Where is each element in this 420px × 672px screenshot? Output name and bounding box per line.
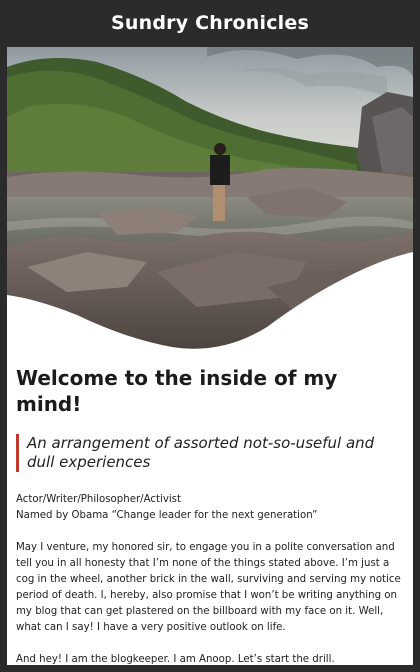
- bio-line-award: Named by Obama “Change leader for the ne…: [16, 510, 318, 521]
- site-header: Sundry Chronicles: [0, 0, 420, 46]
- hero-image: [7, 47, 413, 357]
- app-frame: Sundry Chronicles Welcome to the inside …: [0, 0, 420, 672]
- landscape-photo-icon: [7, 47, 413, 357]
- site-title[interactable]: Sundry Chronicles: [111, 12, 309, 34]
- bio-block: Actor/Writer/Philosopher/Activist Named …: [16, 492, 406, 524]
- tagline-quote: An arrangement of assorted not-so-useful…: [16, 434, 387, 472]
- content-card: Welcome to the inside of my mind! An arr…: [7, 47, 413, 665]
- closing-paragraph: And hey! I am the blogkeeper. I am Anoop…: [16, 654, 335, 665]
- bio-line-roles: Actor/Writer/Philosopher/Activist: [16, 494, 181, 505]
- intro-paragraph: May I venture, my honored sir, to engage…: [16, 542, 401, 633]
- main-content: Welcome to the inside of my mind! An arr…: [16, 365, 406, 665]
- page-title: Welcome to the inside of my mind!: [16, 366, 338, 416]
